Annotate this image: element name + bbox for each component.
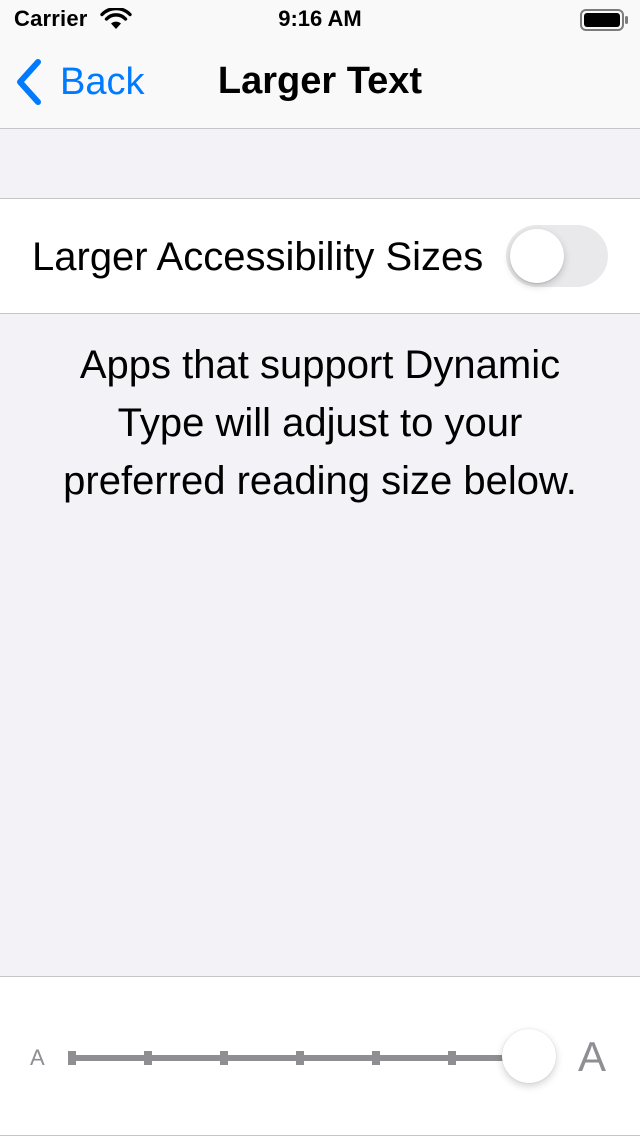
- small-text-icon: A: [30, 1045, 45, 1070]
- slider-tick: [144, 1051, 152, 1065]
- slider-tick: [296, 1051, 304, 1065]
- text-size-slider-thumb[interactable]: [502, 1029, 556, 1083]
- status-bar: Carrier 9:16 AM: [0, 0, 640, 40]
- slider-tick: [220, 1051, 228, 1065]
- switch-knob: [510, 229, 564, 283]
- page-title: Larger Text: [217, 60, 423, 102]
- large-text-icon: A: [578, 1033, 607, 1080]
- text-size-slider-track[interactable]: [68, 1051, 532, 1065]
- battery-icon: [580, 9, 628, 31]
- slider-tick: [372, 1051, 380, 1065]
- larger-accessibility-sizes-row: Larger Accessibility Sizes: [0, 198, 640, 314]
- text-size-slider-panel: A A: [0, 976, 640, 1136]
- slider-tick: [68, 1051, 76, 1065]
- navigation-bar: Back Larger Text: [0, 40, 640, 129]
- description-text: Apps that support Dynamic Type will adju…: [63, 343, 577, 503]
- toggle-label: Larger Accessibility Sizes: [32, 235, 484, 279]
- larger-accessibility-sizes-switch[interactable]: [506, 225, 608, 287]
- status-time: 9:16 AM: [278, 6, 362, 31]
- slider-tick: [448, 1051, 456, 1065]
